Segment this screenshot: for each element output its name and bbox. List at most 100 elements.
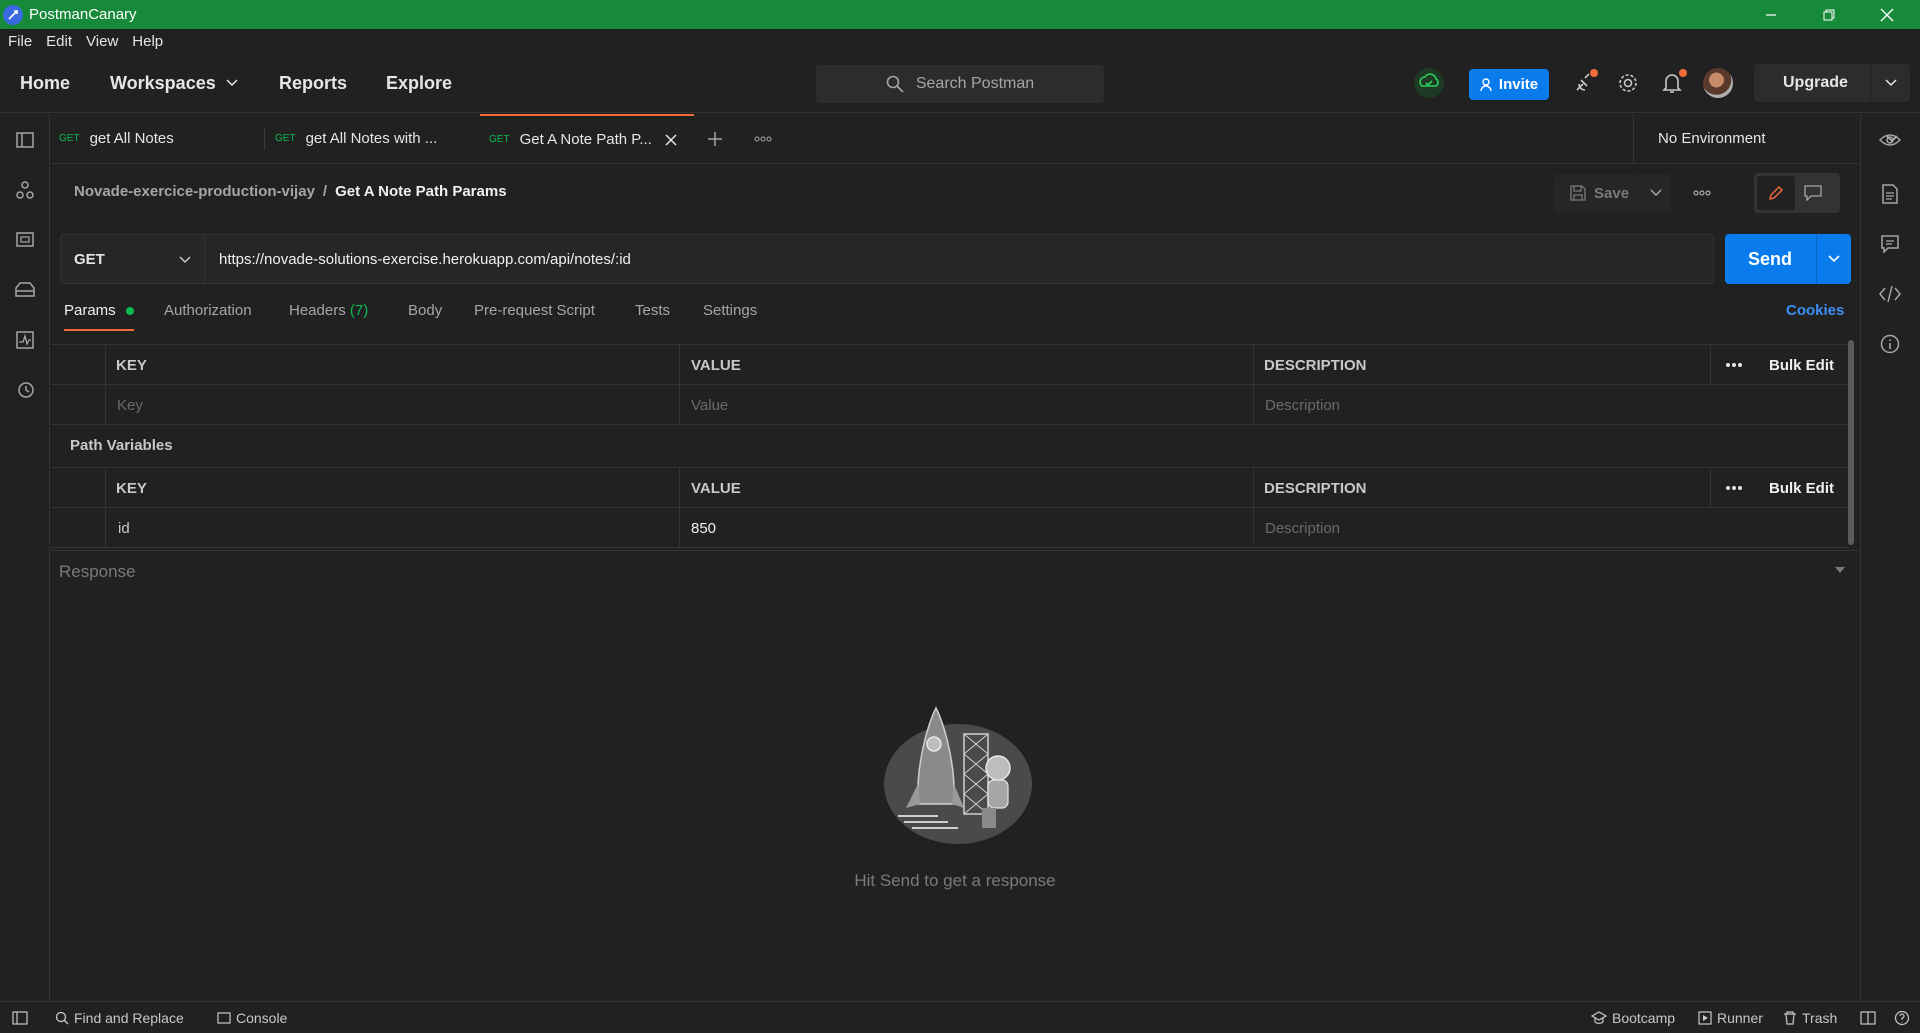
params-scrollbar[interactable] xyxy=(1848,340,1854,545)
request-tabs-bar: GET get All Notes GET get All Notes with… xyxy=(51,114,1898,164)
value-input[interactable]: Value xyxy=(691,385,728,425)
tab-settings[interactable]: Settings xyxy=(703,302,757,319)
bulk-edit-button[interactable]: Bulk Edit xyxy=(1769,468,1834,508)
tab-label: get All Notes xyxy=(89,130,174,147)
headers-count: (7) xyxy=(349,302,369,319)
key-input[interactable]: Key xyxy=(117,385,143,425)
save-button[interactable]: Save xyxy=(1554,174,1671,212)
nav-home[interactable]: Home xyxy=(20,53,70,113)
help-icon[interactable] xyxy=(1894,1002,1915,1033)
collapse-icon[interactable] xyxy=(1835,567,1845,573)
tab-authorization[interactable]: Authorization xyxy=(164,302,252,319)
plus-icon xyxy=(708,131,722,146)
chevron-down-icon[interactable] xyxy=(1650,189,1662,197)
tab-prerequest-script[interactable]: Pre-request Script xyxy=(474,302,595,319)
trash-button[interactable]: Trash xyxy=(1783,1002,1837,1033)
code-icon[interactable] xyxy=(1878,282,1902,306)
tab-options-button[interactable] xyxy=(754,114,784,163)
search-input[interactable]: Search Postman xyxy=(816,65,1104,103)
history-icon[interactable] xyxy=(13,378,37,402)
description-input[interactable]: Description xyxy=(1265,385,1340,425)
chevron-down-icon xyxy=(226,79,238,87)
rocket-illustration xyxy=(878,704,1032,844)
avatar[interactable] xyxy=(1703,68,1733,98)
new-tab-button[interactable] xyxy=(707,114,737,163)
tab-tests[interactable]: Tests xyxy=(635,302,670,319)
column-options-button[interactable] xyxy=(1725,468,1743,508)
gear-icon[interactable] xyxy=(1612,67,1644,99)
nav-reports[interactable]: Reports xyxy=(279,53,347,113)
comments-icon[interactable] xyxy=(1878,232,1902,256)
query-params-table: KEY VALUE DESCRIPTION Bulk Edit Key Valu… xyxy=(51,344,1849,425)
tab-get-all-notes[interactable]: GET get All Notes xyxy=(59,114,264,163)
find-and-replace-button[interactable]: Find and Replace xyxy=(55,1002,184,1033)
key-cell[interactable]: id xyxy=(118,508,130,548)
tab-headers[interactable]: Headers (7) xyxy=(289,302,368,319)
send-label: Send xyxy=(1748,248,1793,269)
params-active-dot xyxy=(125,307,134,316)
menu-view[interactable]: View xyxy=(86,33,118,50)
pencil-icon[interactable] xyxy=(1757,176,1795,210)
environments-icon[interactable] xyxy=(13,228,37,252)
edit-mode-toggle[interactable] xyxy=(1754,173,1840,213)
collections-icon[interactable] xyxy=(13,128,37,152)
two-pane-icon[interactable] xyxy=(1860,1002,1881,1033)
menu-edit[interactable]: Edit xyxy=(46,33,72,50)
breadcrumb-collection[interactable]: Novade-exercice-production-vijay xyxy=(74,183,315,200)
search-icon xyxy=(55,1011,69,1024)
more-icon xyxy=(1726,486,1742,490)
upgrade-label: Upgrade xyxy=(1783,74,1848,91)
nav-workspaces[interactable]: Workspaces xyxy=(110,53,238,113)
upgrade-button[interactable]: Upgrade xyxy=(1754,64,1910,102)
restore-button[interactable] xyxy=(1800,0,1858,29)
table-row: id 850 Description xyxy=(51,508,1849,548)
breadcrumb-separator: / xyxy=(322,183,328,200)
left-sidebar xyxy=(0,114,50,1000)
tab-body[interactable]: Body xyxy=(408,302,442,319)
minimize-button[interactable] xyxy=(1742,0,1800,29)
table-header-row: KEY VALUE DESCRIPTION Bulk Edit xyxy=(51,345,1849,385)
search-icon xyxy=(886,75,904,93)
eye-icon[interactable] xyxy=(1878,128,1902,152)
send-button[interactable]: Send xyxy=(1725,234,1851,284)
runner-button[interactable]: Runner xyxy=(1698,1002,1763,1033)
close-icon[interactable] xyxy=(664,133,678,147)
tab-method: GET xyxy=(59,133,80,144)
notification-dot xyxy=(1590,69,1598,77)
sync-status-icon[interactable] xyxy=(1413,67,1445,99)
menu-help[interactable]: Help xyxy=(132,33,163,50)
documentation-icon[interactable] xyxy=(1878,182,1902,206)
request-options-button[interactable] xyxy=(1690,183,1714,203)
tab-get-all-notes-with[interactable]: GET get All Notes with ... xyxy=(275,114,475,163)
info-icon[interactable] xyxy=(1878,332,1902,356)
monitors-icon[interactable] xyxy=(13,328,37,352)
column-options-button[interactable] xyxy=(1725,345,1743,385)
more-icon xyxy=(1726,363,1742,367)
toggle-sidebar-icon[interactable] xyxy=(12,1002,33,1033)
comment-mode-icon[interactable] xyxy=(1804,185,1822,201)
url-input[interactable]: https://novade-solutions-exercise.heroku… xyxy=(219,235,631,283)
postman-logo-icon xyxy=(3,4,23,25)
invite-button[interactable]: Invite xyxy=(1469,69,1549,100)
nav-explore[interactable]: Explore xyxy=(386,53,452,113)
tab-get-a-note-path-params[interactable]: GET Get A Note Path P... xyxy=(480,114,694,163)
find-and-replace-label: Find and Replace xyxy=(74,1009,184,1026)
tab-params[interactable]: Params xyxy=(64,302,134,319)
cookies-link[interactable]: Cookies xyxy=(1786,302,1844,319)
bootcamp-button[interactable]: Bootcamp xyxy=(1591,1002,1675,1033)
mock-servers-icon[interactable] xyxy=(13,278,37,302)
bulk-edit-button[interactable]: Bulk Edit xyxy=(1769,345,1834,385)
value-input[interactable]: 850 xyxy=(691,508,716,548)
tab-label: get All Notes with ... xyxy=(305,130,438,147)
description-input[interactable]: Description xyxy=(1265,508,1340,548)
chevron-down-icon[interactable] xyxy=(1828,255,1840,263)
console-button[interactable]: Console xyxy=(217,1002,287,1033)
menu-file[interactable]: File xyxy=(8,33,32,50)
empty-response-message: Hit Send to get a response xyxy=(854,871,1056,890)
apis-icon[interactable] xyxy=(13,178,37,202)
trash-label: Trash xyxy=(1802,1009,1838,1026)
breadcrumb-request: Get A Note Path Params xyxy=(335,183,507,200)
method-select[interactable]: GET xyxy=(61,235,205,283)
close-window-button[interactable] xyxy=(1858,0,1916,29)
search-placeholder: Search Postman xyxy=(915,75,1035,92)
